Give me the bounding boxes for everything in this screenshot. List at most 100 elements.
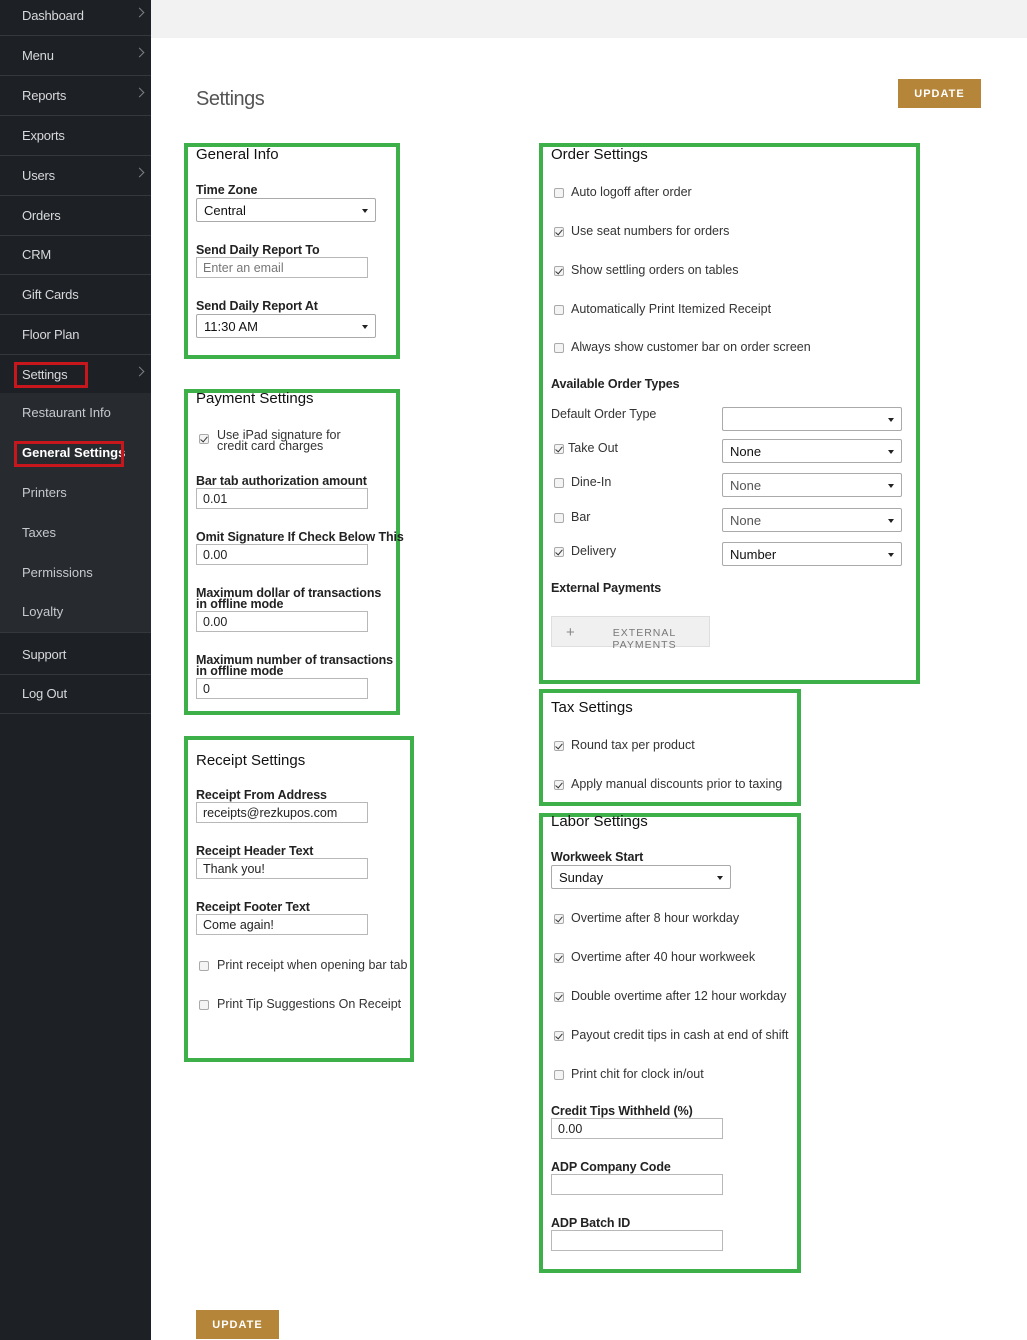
omit-signature-input[interactable] xyxy=(196,544,368,565)
time-zone-label: Time Zone xyxy=(196,183,258,197)
chevron-right-icon xyxy=(134,167,145,178)
delivery-checkbox[interactable] xyxy=(554,547,564,557)
take-out-checkbox[interactable] xyxy=(554,444,564,454)
caret-down-icon xyxy=(888,484,894,488)
sidebar-item-reports[interactable]: Reports xyxy=(0,76,151,116)
bar-select[interactable]: None xyxy=(722,508,902,532)
sidebar-item-label: Reports xyxy=(22,88,67,103)
print-chit-checkbox[interactable] xyxy=(554,1070,564,1080)
sidebar-item-orders[interactable]: Orders xyxy=(0,196,151,236)
page-title: Settings xyxy=(196,88,265,110)
daily-report-at-label: Send Daily Report At xyxy=(196,299,318,313)
workweek-start-value: Sunday xyxy=(559,870,604,885)
tips-withheld-input[interactable] xyxy=(551,1118,723,1139)
bar-tab-amount-input[interactable] xyxy=(196,488,368,509)
settings-submenu: Restaurant Info General Settings Printer… xyxy=(0,393,151,633)
take-out-select[interactable]: None xyxy=(722,439,902,463)
round-tax-label: Round tax per product xyxy=(571,738,695,752)
overtime-40-label: Overtime after 40 hour workweek xyxy=(571,950,756,964)
seat-numbers-checkbox[interactable] xyxy=(554,227,564,237)
max-dollar-input[interactable] xyxy=(196,611,368,632)
default-order-type-select[interactable] xyxy=(722,407,902,431)
sidebar-item-gift-cards[interactable]: Gift Cards xyxy=(0,275,151,315)
daily-report-email-input[interactable] xyxy=(196,257,368,278)
payout-tips-label: Payout credit tips in cash at end of shi… xyxy=(571,1028,789,1042)
dine-in-select[interactable]: None xyxy=(722,473,902,497)
max-number-input[interactable] xyxy=(196,678,368,699)
sidebar-item-support[interactable]: Support xyxy=(0,635,151,675)
receipt-footer-input[interactable] xyxy=(196,914,368,935)
sidebar-item-label: Menu xyxy=(22,48,54,63)
sidebar-item-label: CRM xyxy=(22,247,52,262)
delivery-select[interactable]: Number xyxy=(722,542,902,566)
double-overtime-checkbox[interactable] xyxy=(554,992,564,1002)
delivery-value: Number xyxy=(730,547,777,562)
auto-logoff-label: Auto logoff after order xyxy=(571,185,692,199)
external-payments-heading: External Payments xyxy=(551,581,662,595)
auto-print-checkbox[interactable] xyxy=(554,305,564,315)
sidebar-subitem-printers[interactable]: Printers xyxy=(22,485,67,500)
tax-settings-title: Tax Settings xyxy=(551,699,633,716)
external-payments-button[interactable]: + EXTERNAL PAYMENTS xyxy=(551,616,710,651)
sidebar-item-menu[interactable]: Menu xyxy=(0,36,151,76)
caret-down-icon xyxy=(888,553,894,557)
print-chit-label: Print chit for clock in/out xyxy=(571,1067,704,1081)
ipad-signature-checkbox[interactable] xyxy=(199,434,209,444)
print-bar-tab-label: Print receipt when opening bar tab xyxy=(217,958,408,972)
manual-discounts-checkbox[interactable] xyxy=(554,780,564,790)
update-button-bottom[interactable]: UPDATE xyxy=(196,1310,279,1339)
sidebar-subitem-taxes[interactable]: Taxes xyxy=(22,525,56,540)
print-tip-checkbox[interactable] xyxy=(199,1000,209,1010)
receipt-from-input[interactable] xyxy=(196,802,368,823)
seat-numbers-label: Use seat numbers for orders xyxy=(571,224,730,238)
overtime-40-checkbox[interactable] xyxy=(554,953,564,963)
settling-orders-checkbox[interactable] xyxy=(554,266,564,276)
sidebar-subitem-loyalty[interactable]: Loyalty xyxy=(22,604,63,619)
caret-down-icon xyxy=(888,450,894,454)
bar-checkbox[interactable] xyxy=(554,513,564,523)
customer-bar-checkbox[interactable] xyxy=(554,343,564,353)
chevron-right-icon xyxy=(134,87,145,98)
sidebar-item-users[interactable]: Users xyxy=(0,156,151,196)
default-order-type-label: Default Order Type xyxy=(551,407,657,421)
workweek-start-select[interactable]: Sunday xyxy=(551,865,731,889)
general-info-title: General Info xyxy=(196,146,279,163)
plus-icon: + xyxy=(566,624,576,641)
chevron-right-icon xyxy=(134,366,145,377)
update-button[interactable]: UPDATE xyxy=(898,79,981,108)
order-settings-title: Order Settings xyxy=(551,146,648,163)
auto-logoff-checkbox[interactable] xyxy=(554,188,564,198)
time-zone-value: Central xyxy=(204,203,246,218)
tips-withheld-label: Credit Tips Withheld (%) xyxy=(551,1104,693,1118)
sidebar-item-exports[interactable]: Exports xyxy=(0,116,151,156)
max-dollar-label-2: in offline mode xyxy=(196,597,284,611)
sidebar-item-dashboard[interactable]: Dashboard xyxy=(0,0,151,36)
sidebar-subitem-permissions[interactable]: Permissions xyxy=(22,565,93,580)
receipt-header-input[interactable] xyxy=(196,858,368,879)
receipt-from-label: Receipt From Address xyxy=(196,788,327,802)
settling-orders-label: Show settling orders on tables xyxy=(571,263,739,277)
sidebar-item-label: Dashboard xyxy=(22,8,84,23)
sidebar-item-log-out[interactable]: Log Out xyxy=(0,674,151,714)
round-tax-checkbox[interactable] xyxy=(554,741,564,751)
take-out-value: None xyxy=(730,444,762,459)
sidebar-item-floor-plan[interactable]: Floor Plan xyxy=(0,315,151,355)
time-zone-select[interactable]: Central xyxy=(196,198,376,222)
adp-batch-input[interactable] xyxy=(551,1230,723,1251)
sidebar-item-crm[interactable]: CRM xyxy=(0,235,151,275)
dine-in-value: None xyxy=(730,478,762,493)
receipt-header-label: Receipt Header Text xyxy=(196,844,314,858)
top-bar xyxy=(151,0,1027,38)
print-bar-tab-checkbox[interactable] xyxy=(199,961,209,971)
adp-company-input[interactable] xyxy=(551,1174,723,1195)
caret-down-icon xyxy=(362,209,368,213)
caret-down-icon xyxy=(888,519,894,523)
sidebar-item-label: Orders xyxy=(22,208,61,223)
payout-tips-checkbox[interactable] xyxy=(554,1031,564,1041)
sidebar-subitem-restaurant-info[interactable]: Restaurant Info xyxy=(22,405,111,420)
chevron-right-icon xyxy=(134,7,145,18)
dine-in-checkbox[interactable] xyxy=(554,478,564,488)
daily-report-time-select[interactable]: 11:30 AM xyxy=(196,314,376,338)
overtime-8-checkbox[interactable] xyxy=(554,914,564,924)
caret-down-icon xyxy=(362,325,368,329)
